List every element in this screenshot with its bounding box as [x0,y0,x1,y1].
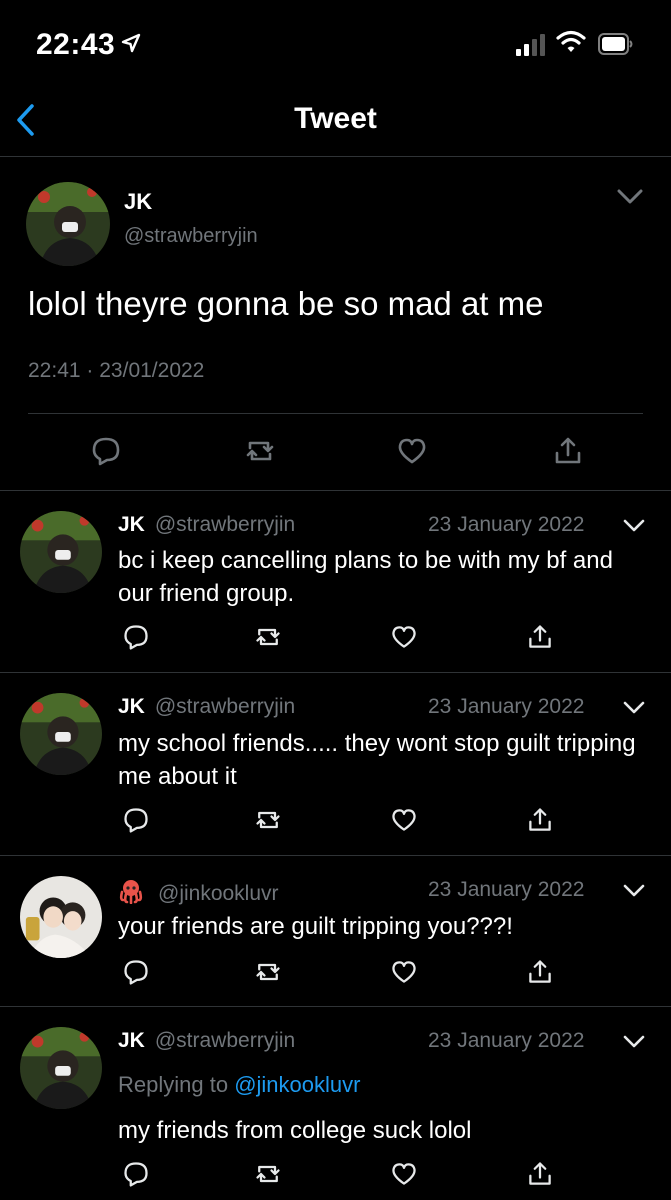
author-handle[interactable]: @strawberryjin [155,1029,295,1052]
reply-actions [0,806,671,838]
avatar[interactable] [20,876,102,958]
wifi-icon [556,30,586,59]
reply-date: 23 January 2022 [428,1029,585,1052]
chevron-down-icon[interactable] [622,1033,646,1056]
retweet-icon[interactable] [254,958,282,991]
reply-tweet[interactable]: JK @strawberryjin 23 January 2022 bc i ke… [0,491,671,673]
reply-text: your friends are guilt tripping you???! [118,913,513,940]
avatar[interactable] [20,693,102,775]
reply-header: JK @strawberryjin [118,1029,295,1053]
navigation-bar: Tweet [0,90,671,157]
like-icon[interactable] [390,958,418,991]
reply-header: JK @strawberryjin [118,513,295,537]
status-bar: 22:43 [0,0,671,90]
share-icon[interactable] [552,435,584,472]
reply-date: 23 January 2022 [428,513,585,536]
retweet-icon[interactable] [254,806,282,839]
location-arrow-icon [120,32,142,59]
like-icon[interactable] [396,435,428,472]
share-icon[interactable] [526,958,554,991]
reply-tweet[interactable]: JK @strawberryjin 23 January 2022 my scho… [0,673,671,856]
author-handle[interactable]: @strawberryjin [155,513,295,536]
author-name[interactable]: JK [118,513,145,536]
replying-prefix: Replying to [118,1072,229,1097]
signal-icon [516,34,550,61]
tweet-time: 22:41 [28,359,81,382]
reply-actions [0,623,671,655]
reply-tweet[interactable]: @jinkookluvr 23 January 2022 your friend… [0,856,671,1007]
reply-actions [0,1160,671,1192]
reply-icon[interactable] [122,806,150,839]
avatar[interactable] [26,182,110,266]
share-icon[interactable] [526,806,554,839]
main-tweet: JK @strawberryjin lolol theyre gonna be … [0,157,671,491]
author-name[interactable]: JK [124,189,152,215]
author-handle[interactable]: @strawberryjin [124,225,258,248]
author-name[interactable]: JK [118,1029,145,1052]
divider [28,413,643,414]
author-handle[interactable]: @jinkookluvr [158,882,279,905]
tweet-text: lolol theyre gonna be so mad at me [28,285,544,322]
tweet-page: 22:43 Tweet JK @strawberryjin lolol they… [0,0,671,1200]
page-title: Tweet [294,102,377,135]
like-icon[interactable] [390,623,418,656]
retweet-icon[interactable] [254,1160,282,1193]
retweet-icon[interactable] [254,623,282,656]
reply-text: my school friends..... they wont stop gu… [118,730,636,790]
replying-to: Replying to @jinkookluvr [118,1072,360,1098]
status-time: 22:43 [36,28,116,61]
reply-icon[interactable] [122,623,150,656]
tweet-actions [0,435,671,475]
reply-icon[interactable] [90,435,122,472]
avatar[interactable] [20,1027,102,1109]
like-icon[interactable] [390,806,418,839]
reply-icon[interactable] [122,958,150,991]
share-icon[interactable] [526,1160,554,1193]
chevron-down-icon[interactable] [616,187,644,212]
mention-link[interactable]: @jinkookluvr [234,1072,360,1097]
reply-date: 23 January 2022 [428,878,585,901]
octopus-emoji [118,878,146,910]
reply-tweet[interactable]: JK @strawberryjin 23 January 2022 Replyin… [0,1007,671,1200]
reply-header: JK @strawberryjin [118,695,295,719]
like-icon[interactable] [390,1160,418,1193]
meta-separator: · [86,359,94,382]
avatar[interactable] [20,511,102,593]
tweet-date: 23/01/2022 [99,359,205,382]
retweet-icon[interactable] [244,435,276,472]
tweet-timestamp: 22:41 · 23/01/2022 [28,359,204,383]
reply-text: bc i keep cancelling plans to be with my… [118,547,613,607]
reply-text: my friends from college suck lolol [118,1117,472,1144]
author-handle[interactable]: @strawberryjin [155,695,295,718]
reply-date: 23 January 2022 [428,695,585,718]
author-name[interactable]: JK [118,695,145,718]
chevron-down-icon[interactable] [622,882,646,905]
chevron-down-icon[interactable] [622,517,646,540]
battery-icon [598,33,634,60]
chevron-down-icon[interactable] [622,699,646,722]
reply-actions [0,958,671,990]
reply-header: @jinkookluvr [118,878,279,910]
reply-icon[interactable] [122,1160,150,1193]
share-icon[interactable] [526,623,554,656]
